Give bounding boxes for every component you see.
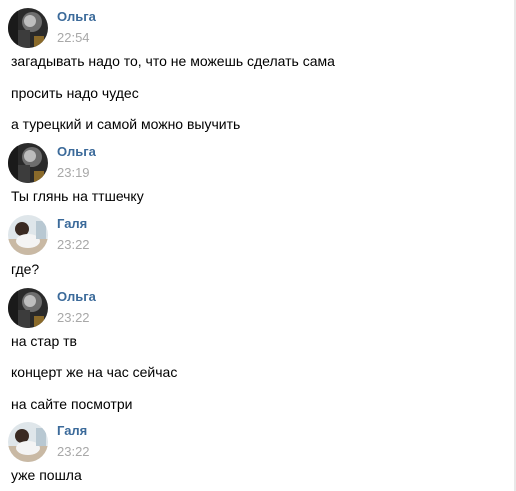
message-timestamp[interactable]: 22:54 (57, 30, 90, 46)
message-text: где? (11, 261, 40, 277)
chat-history: Ольга 22:54 загадывать надо то, что не м… (0, 0, 514, 491)
galya-avatar[interactable] (8, 422, 48, 462)
message-text: на сайте посмотри (11, 396, 133, 412)
message-timestamp[interactable]: 23:22 (57, 444, 90, 460)
olga-avatar[interactable] (8, 288, 48, 328)
message-text: а турецкий и самой можно выучить (11, 116, 241, 132)
author-name[interactable]: Ольга (57, 9, 96, 25)
message-text: просить надо чудес (11, 85, 139, 101)
message-timestamp[interactable]: 23:22 (57, 237, 90, 253)
message-text: концерт же на час сейчас (11, 364, 178, 380)
author-name[interactable]: Галя (57, 423, 87, 439)
olga-avatar[interactable] (8, 8, 48, 48)
message-text: загадывать надо то, что не можешь сделат… (11, 53, 335, 69)
message-text: на стар тв (11, 333, 77, 349)
olga-avatar[interactable] (8, 143, 48, 183)
message-timestamp[interactable]: 23:22 (57, 310, 90, 326)
author-name[interactable]: Ольга (57, 289, 96, 305)
author-name[interactable]: Галя (57, 216, 87, 232)
author-name[interactable]: Ольга (57, 144, 96, 160)
galya-avatar[interactable] (8, 215, 48, 255)
message-text: уже пошла (11, 467, 82, 483)
message-timestamp[interactable]: 23:19 (57, 165, 90, 181)
message-text: Ты глянь на ттшечку (11, 188, 144, 204)
